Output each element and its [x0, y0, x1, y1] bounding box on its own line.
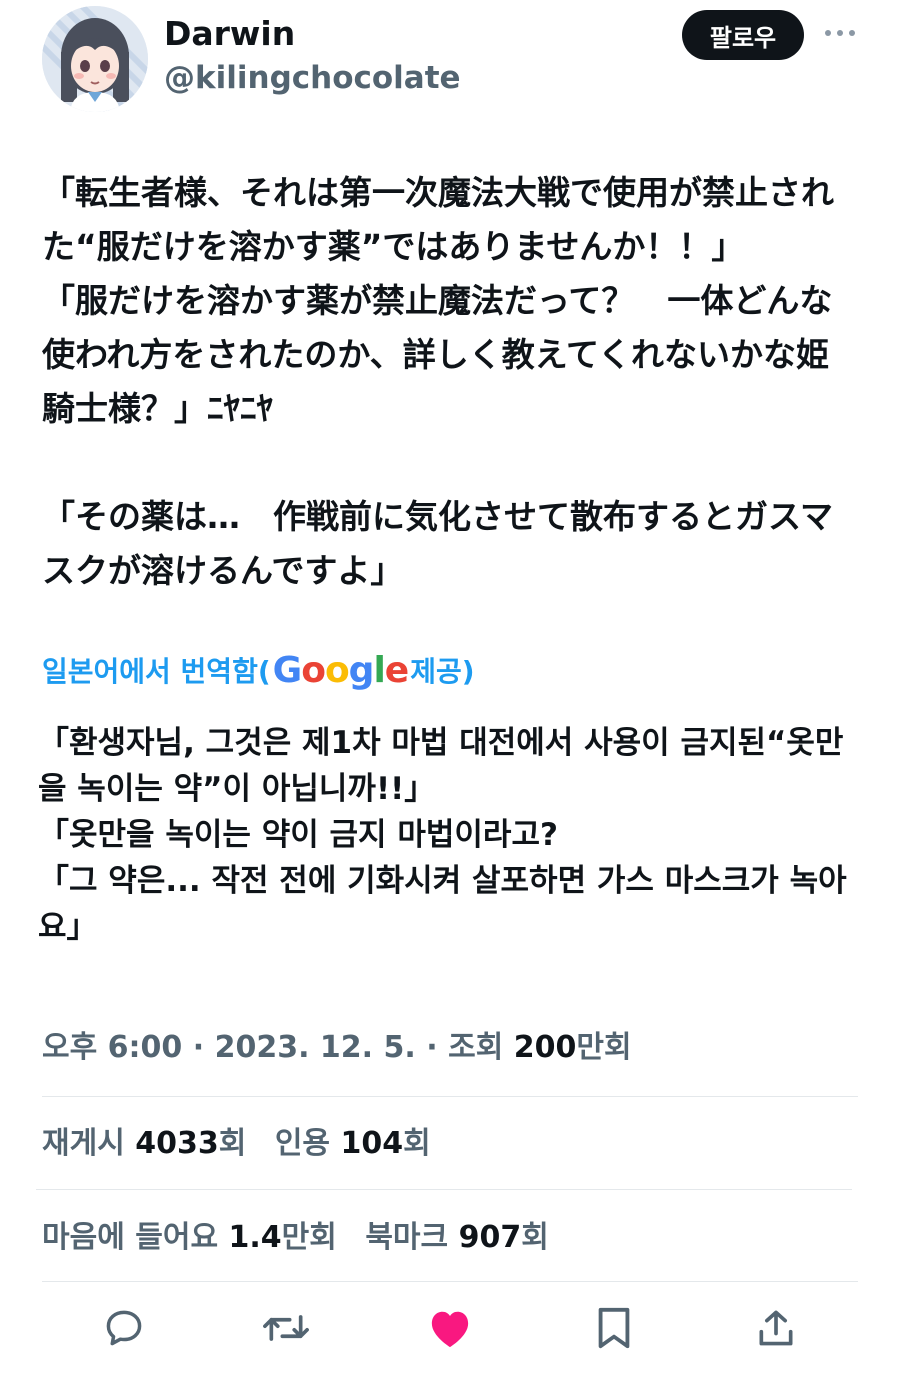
bookmarks-count: 907 [458, 1220, 522, 1255]
avatar-image [42, 6, 148, 112]
retweets-count: 4033 [135, 1126, 219, 1161]
like-icon[interactable] [426, 1300, 474, 1356]
quotes-count: 104 [340, 1126, 404, 1161]
likes-count: 1.4 [228, 1220, 282, 1255]
retweet-icon[interactable] [262, 1300, 310, 1356]
views-suffix: 만회 [576, 1030, 632, 1065]
bookmarks-stat[interactable]: 북마크 907회 [365, 1220, 549, 1255]
tweet-date[interactable]: 2023. 12. 5. [215, 1030, 416, 1065]
bookmark-icon[interactable] [590, 1300, 638, 1356]
divider [42, 1096, 858, 1097]
follow-button[interactable]: 팔로우 [682, 10, 804, 60]
reply-icon[interactable] [100, 1300, 148, 1356]
tweet-text: 「転生者様、それは第一次魔法大戦で使用が禁止された“服だけを溶かす薬”ではありま… [42, 173, 834, 590]
action-bar [0, 1300, 900, 1360]
stats-row-reposts: 재게시 4033회 인용 104회 [42, 1118, 449, 1162]
likes-label: 마음에 들어요 [42, 1220, 219, 1255]
tweet-time[interactable]: 오후 6:00 [42, 1030, 182, 1065]
share-icon[interactable] [752, 1300, 800, 1356]
views-count: 200 [513, 1030, 577, 1065]
divider [42, 1281, 858, 1282]
quotes-label: 인용 [274, 1126, 331, 1161]
author-name[interactable]: Darwin [164, 14, 295, 53]
ellipsis-icon[interactable] [822, 18, 858, 48]
translation-suffix: 제공) [410, 655, 475, 688]
author-handle[interactable]: @kilingchocolate [164, 60, 461, 96]
retweets-stat[interactable]: 재게시 4033회 [42, 1126, 257, 1161]
quotes-stat[interactable]: 인용 104회 [275, 1126, 431, 1161]
google-logo: Google [272, 649, 410, 691]
tweet-header: Darwin @kilingchocolate 팔로우 [0, 0, 900, 120]
meta-separator: · [192, 1030, 205, 1065]
likes-suffix: 만회 [281, 1220, 337, 1255]
translation-prefix: 일본어에서 번역함( [42, 655, 271, 688]
meta-separator: · [426, 1030, 438, 1065]
author-avatar[interactable] [42, 6, 148, 112]
likes-stat[interactable]: 마음에 들어요 1.4만회 [42, 1220, 347, 1255]
bookmarks-label: 북마크 [365, 1220, 449, 1255]
tweet-meta: 오후 6:00 · 2023. 12. 5. · 조회 200만회 [42, 1022, 632, 1066]
retweets-label: 재게시 [42, 1126, 125, 1161]
divider [36, 1189, 852, 1190]
bookmarks-suffix: 회 [521, 1220, 549, 1255]
translated-text: 「환생자님, 그것은 제1차 마법 대전에서 사용이 금지된“옷만을 녹이는 약… [38, 725, 847, 945]
translation-attribution[interactable]: 일본어에서 번역함( Google 제공) [42, 648, 475, 692]
quotes-suffix: 회 [403, 1126, 431, 1161]
stats-row-likes: 마음에 들어요 1.4만회 북마크 907회 [42, 1212, 567, 1256]
retweets-suffix: 회 [218, 1126, 247, 1161]
views-label: 조회 [448, 1030, 504, 1065]
